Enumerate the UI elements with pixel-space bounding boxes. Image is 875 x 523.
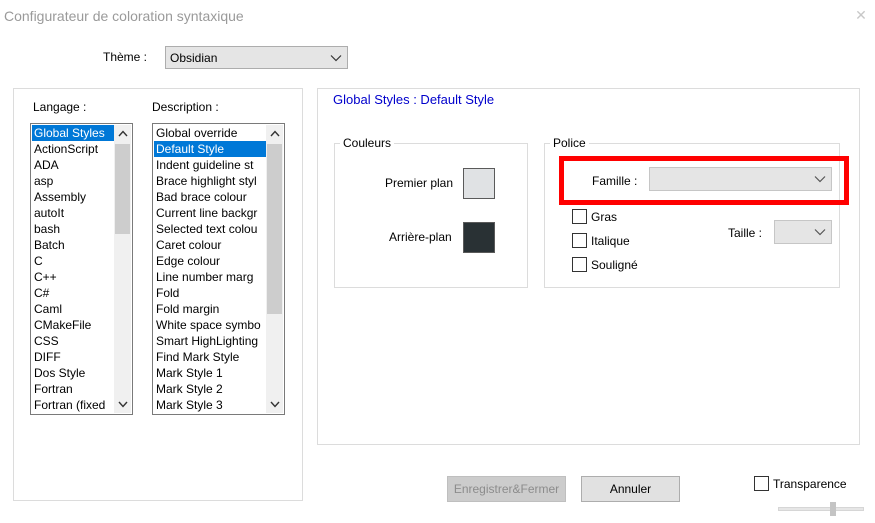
underline-checkbox[interactable]: [572, 257, 587, 272]
language-list-item[interactable]: autoIt: [32, 205, 114, 221]
language-list-item[interactable]: ADA: [32, 157, 114, 173]
description-list-item[interactable]: Current line backgr: [154, 205, 266, 221]
colors-group-caption: Couleurs: [340, 136, 395, 150]
foreground-color-swatch[interactable]: [463, 168, 495, 199]
description-list-item[interactable]: Global override: [154, 125, 266, 141]
language-list-item[interactable]: C++: [32, 269, 114, 285]
language-list-item[interactable]: C: [32, 253, 114, 269]
description-scroll-thumb[interactable]: [267, 144, 282, 314]
description-list-item[interactable]: Mark Style 3: [154, 397, 266, 413]
size-label: Taille :: [728, 226, 763, 240]
description-list-item[interactable]: Find Mark Style: [154, 349, 266, 365]
description-list-item[interactable]: Smart HighLighting: [154, 333, 266, 349]
chevron-down-icon: [814, 176, 826, 183]
language-list-item[interactable]: bash: [32, 221, 114, 237]
save-close-label: Enregistrer&Fermer: [453, 482, 560, 496]
description-list-item[interactable]: Fold: [154, 285, 266, 301]
style-panel-heading: Global Styles : Default Style: [333, 92, 495, 107]
theme-label: Thème :: [103, 50, 148, 64]
description-list-item[interactable]: Mark Style 2: [154, 381, 266, 397]
bold-checkbox[interactable]: [572, 209, 587, 224]
language-list-item[interactable]: C#: [32, 285, 114, 301]
language-list-item[interactable]: Batch: [32, 237, 114, 253]
transparency-slider-thumb[interactable]: [830, 502, 836, 516]
language-listbox[interactable]: Global Styles ActionScript ADA asp Assembly a…: [30, 123, 133, 415]
description-list-item[interactable]: Indent guideline st: [154, 157, 266, 173]
description-list-item[interactable]: Selected text colou: [154, 221, 266, 237]
scroll-down-icon[interactable]: [114, 396, 131, 413]
window-title: Configurateur de coloration syntaxique: [4, 8, 244, 24]
background-color-swatch[interactable]: [463, 222, 495, 253]
language-list-item[interactable]: Global Styles: [32, 125, 114, 141]
italic-label: Italique: [591, 234, 630, 248]
description-list-item[interactable]: Caret colour: [154, 237, 266, 253]
description-list-item[interactable]: Fold margin: [154, 301, 266, 317]
description-scrollbar[interactable]: [266, 125, 283, 413]
language-list-item[interactable]: CSS: [32, 333, 114, 349]
italic-checkbox[interactable]: [572, 233, 587, 248]
description-list-item[interactable]: Edge colour: [154, 253, 266, 269]
foreground-label: Premier plan: [385, 176, 454, 190]
close-button[interactable]: ✕: [849, 4, 873, 26]
description-label: Description :: [152, 100, 219, 114]
cancel-label: Annuler: [609, 482, 652, 496]
family-label: Famille :: [592, 174, 638, 188]
description-list-item[interactable]: Bad brace colour: [154, 189, 266, 205]
language-scrollbar[interactable]: [114, 125, 131, 413]
background-label: Arrière-plan: [389, 230, 452, 244]
colors-group: [334, 143, 528, 288]
font-group-caption: Police: [550, 136, 589, 150]
scroll-down-icon[interactable]: [266, 396, 283, 413]
chevron-down-icon: [330, 54, 342, 61]
description-list-item[interactable]: Mark Style 1: [154, 365, 266, 381]
language-list-item[interactable]: Caml: [32, 301, 114, 317]
language-list-item[interactable]: Assembly: [32, 189, 114, 205]
language-list-item[interactable]: Fortran: [32, 381, 114, 397]
language-list-item[interactable]: ActionScript: [32, 141, 114, 157]
transparency-checkbox[interactable]: [754, 476, 769, 491]
scroll-up-icon[interactable]: [266, 125, 283, 142]
description-list-item[interactable]: Line number marg: [154, 269, 266, 285]
font-size-select[interactable]: [774, 220, 832, 244]
bold-label: Gras: [591, 210, 618, 224]
transparency-slider-track[interactable]: [778, 507, 864, 511]
cancel-button[interactable]: Annuler: [581, 476, 680, 502]
language-list-item[interactable]: asp: [32, 173, 114, 189]
language-label: Langage :: [33, 100, 87, 114]
description-list-item[interactable]: White space symbo: [154, 317, 266, 333]
font-family-select[interactable]: [649, 167, 832, 191]
chevron-down-icon: [814, 229, 826, 236]
description-listbox[interactable]: Global override Default Style Indent guide…: [152, 123, 285, 415]
theme-select-value: Obsidian: [170, 50, 218, 65]
transparency-label: Transparence: [773, 477, 847, 491]
language-list-item[interactable]: Dos Style: [32, 365, 114, 381]
language-scroll-thumb[interactable]: [115, 144, 130, 234]
language-list-item[interactable]: Fortran (fixed: [32, 397, 114, 413]
save-close-button[interactable]: Enregistrer&Fermer: [447, 476, 566, 502]
theme-select[interactable]: Obsidian: [165, 46, 348, 69]
underline-label: Souligné: [591, 258, 638, 272]
description-list-item[interactable]: Default Style: [154, 141, 266, 157]
scroll-up-icon[interactable]: [114, 125, 131, 142]
language-list-item[interactable]: CMakeFile: [32, 317, 114, 333]
description-list-item[interactable]: Brace highlight styl: [154, 173, 266, 189]
language-list-item[interactable]: DIFF: [32, 349, 114, 365]
close-icon: ✕: [855, 6, 867, 23]
